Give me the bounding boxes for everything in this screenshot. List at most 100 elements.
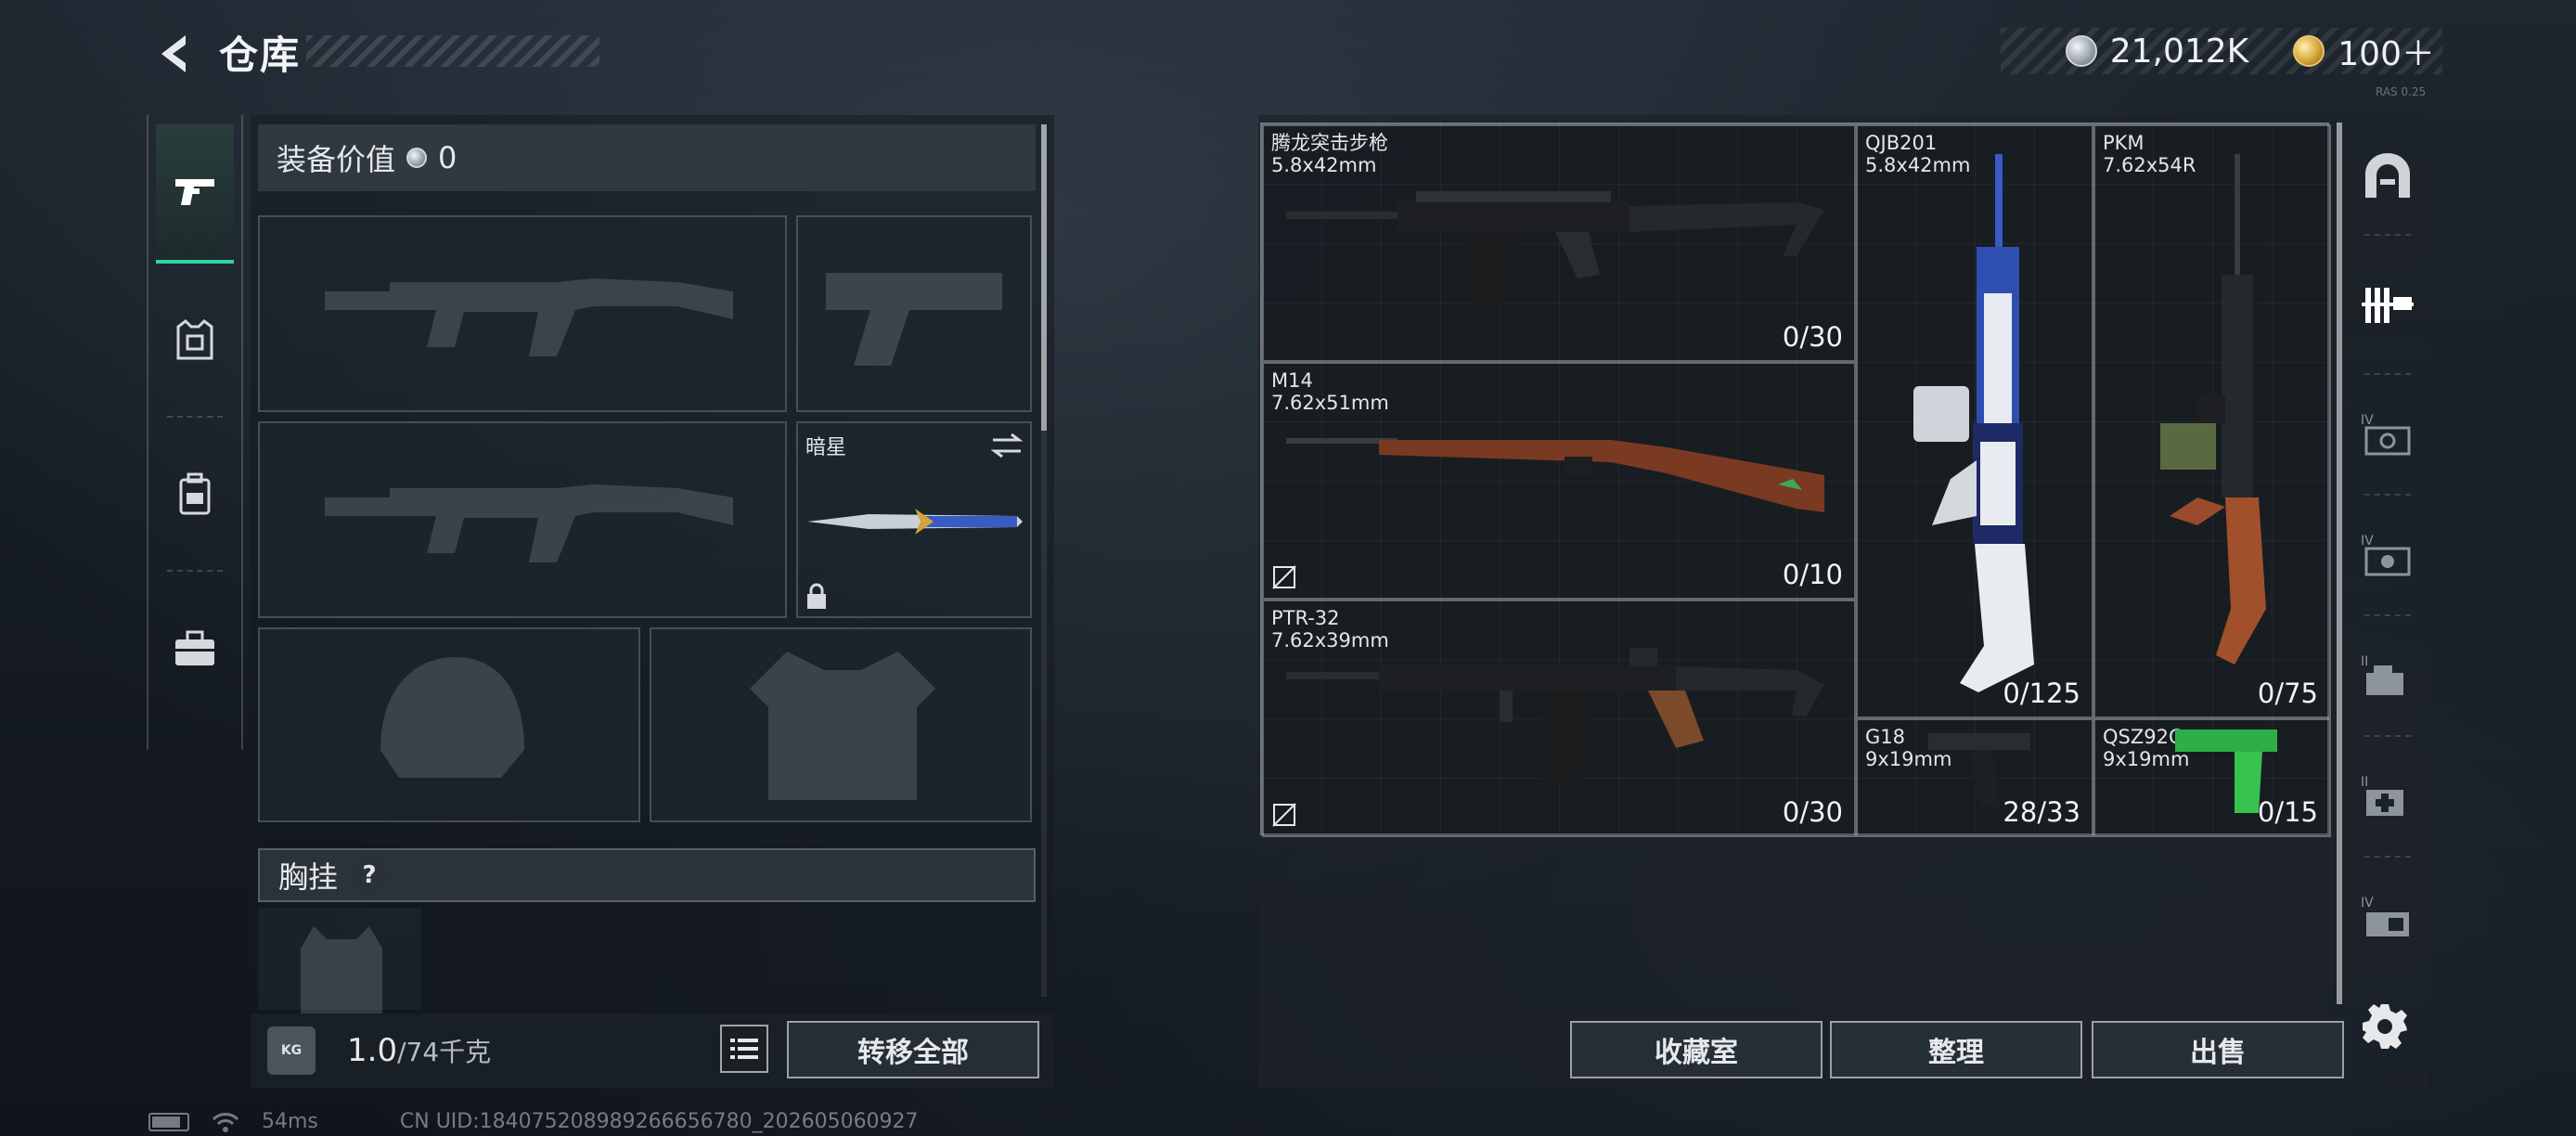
item-ammo-count: 0/75: [2257, 678, 2318, 709]
light-machine-gun-icon: [1913, 154, 2034, 692]
back-arrow-icon: [161, 35, 186, 72]
silver-coin-icon: [406, 148, 428, 168]
assault-rifle-icon: [1286, 648, 1824, 787]
category-tier-iv-b-button[interactable]: IV: [2348, 496, 2428, 616]
weapon-rack-icon: [2362, 288, 2414, 323]
help-button[interactable]: ?: [351, 858, 389, 892]
arch-icon: [2365, 153, 2410, 198]
briefcase-icon: [175, 630, 214, 665]
stash-item-pkm[interactable]: PKM 7.62x54R 0/75: [2093, 124, 2331, 718]
no-scope-icon: [1272, 565, 1296, 589]
melee-name: 暗星: [805, 436, 847, 459]
item-name: PTR-32: [1271, 607, 1340, 629]
no-scope-icon: [1272, 803, 1296, 827]
svg-text:IV: IV: [2361, 534, 2374, 549]
medkit-icon: II: [2361, 775, 2403, 816]
status-footer: 54ms CN UID:184075208989266656780_202605…: [148, 1110, 919, 1133]
collection-room-button[interactable]: 收藏室: [1570, 1021, 1823, 1078]
item-ammo-count: 0/15: [2257, 796, 2318, 828]
uid-text: CN UID:184075208989266656780_20260506092…: [399, 1110, 919, 1133]
ping-text: 54ms: [262, 1110, 318, 1133]
sidearm-slot[interactable]: [796, 215, 1032, 412]
equipment-value-amount: 0: [438, 140, 457, 175]
primary-weapon-slot[interactable]: [258, 215, 787, 412]
category-tier-iv-a-button[interactable]: IV: [2348, 375, 2428, 496]
weight-current: 1.0: [347, 1032, 398, 1069]
item-name: 腾龙突击步枪: [1271, 132, 1388, 154]
gold-amount[interactable]: 100＋: [2338, 27, 2435, 75]
stash-scrollbar[interactable]: [2337, 123, 2342, 1004]
stash-item-m14[interactable]: M14 7.62x51mm 0/10: [1262, 362, 1856, 600]
tab-case[interactable]: [148, 572, 241, 726]
list-icon: [730, 1039, 758, 1059]
equipment-value-label: 装备价值: [277, 142, 396, 177]
melee-slot[interactable]: 暗星: [796, 421, 1032, 618]
organize-button[interactable]: 整理: [1830, 1021, 2082, 1078]
swap-icon[interactable]: [991, 432, 1023, 458]
category-medical-button[interactable]: II: [2348, 737, 2428, 858]
title-decoration: [306, 35, 599, 67]
sell-button[interactable]: 出售: [2092, 1021, 2344, 1078]
item-name: G18: [1865, 726, 1905, 748]
back-button[interactable]: [147, 26, 202, 82]
svg-text:II: II: [2361, 775, 2368, 790]
list-view-button[interactable]: [720, 1025, 768, 1073]
pistol-icon: [175, 179, 214, 205]
rifle-silhouette-icon: [325, 484, 733, 562]
helmet-silhouette-icon: [380, 657, 524, 778]
knife-icon: [807, 509, 1023, 535]
chest-rig-silhouette-icon: [301, 926, 382, 1013]
gear-icon: [2363, 1004, 2407, 1049]
machine-gun-icon: [2160, 154, 2266, 665]
item-name: PKM: [2103, 132, 2145, 154]
category-all-button[interactable]: [2348, 115, 2428, 236]
weight-max: /74千克: [397, 1037, 492, 1067]
item-ammo-count: 0/30: [1782, 796, 1843, 828]
wifi-icon: [212, 1112, 239, 1132]
secondary-weapon-slot[interactable]: [258, 421, 787, 618]
category-tier-iv-c-button[interactable]: IV: [2348, 858, 2428, 978]
tier-iv-crate-icon: IV: [2361, 413, 2411, 456]
item-ammo-count: 0/125: [2003, 678, 2080, 709]
item-ammo-count: 0/10: [1782, 559, 1843, 590]
tier-ii-item-icon: II: [2361, 654, 2403, 695]
stash-category-rail: IV IV II II IV: [2348, 115, 2428, 1006]
stash-item-tenglong-rifle[interactable]: 腾龙突击步枪 5.8x42mm 0/30: [1262, 124, 1856, 362]
item-name: M14: [1271, 369, 1313, 392]
settings-button[interactable]: [2361, 1002, 2409, 1054]
stash-grid: 腾龙突击步枪 5.8x42mm 0/30 M14 7.62x51mm 0/10 …: [1260, 123, 2331, 837]
category-tier-ii-button[interactable]: II: [2348, 616, 2428, 737]
tab-backpack[interactable]: [148, 418, 241, 572]
armor-vest-icon: [176, 319, 213, 360]
stash-item-qsz92g[interactable]: QSZ92G 9x19mm 0/15: [2093, 718, 2331, 837]
page-title: 仓库: [219, 32, 302, 78]
armor-silhouette-icon: [750, 652, 935, 800]
tier-iv-box-icon: IV: [2361, 534, 2411, 576]
backpack-icon: [179, 472, 211, 515]
item-ammo-count: 28/33: [2003, 796, 2080, 828]
item-ammo-count: 0/30: [1782, 321, 1843, 353]
gold-coin-icon: [2293, 35, 2325, 67]
battery-icon: [148, 1112, 189, 1131]
stash-item-ptr32[interactable]: PTR-32 7.62x39mm 0/30: [1262, 600, 1856, 837]
svg-text:II: II: [2361, 654, 2368, 669]
svg-text:IV: IV: [2361, 413, 2374, 428]
transfer-all-button[interactable]: 转移全部: [787, 1021, 1039, 1078]
loadout-scrollbar[interactable]: [1041, 124, 1047, 431]
loadout-tabs: [147, 115, 243, 750]
category-weapons-button[interactable]: [2348, 236, 2428, 375]
helmet-slot[interactable]: [258, 627, 640, 822]
stash-item-g18[interactable]: G18 9x19mm 28/33: [1856, 718, 2093, 837]
tab-weapons[interactable]: [156, 124, 234, 264]
stash-item-qjb201[interactable]: QJB201 5.8x42mm 0/125: [1856, 124, 2093, 718]
weight-readout: 1.0/74千克: [347, 1032, 491, 1069]
tier-iv-case-icon: IV: [2361, 896, 2409, 936]
chest-rig-label: 胸挂: [278, 859, 339, 895]
chest-rig-slot[interactable]: [258, 908, 421, 1013]
silver-coin-icon: [2065, 35, 2097, 67]
item-caliber: 7.62x51mm: [1271, 392, 1389, 414]
rifle-silhouette-icon: [325, 278, 733, 356]
body-armor-slot[interactable]: [650, 627, 1032, 822]
svg-text:IV: IV: [2361, 896, 2374, 910]
tab-armor[interactable]: [148, 264, 241, 418]
